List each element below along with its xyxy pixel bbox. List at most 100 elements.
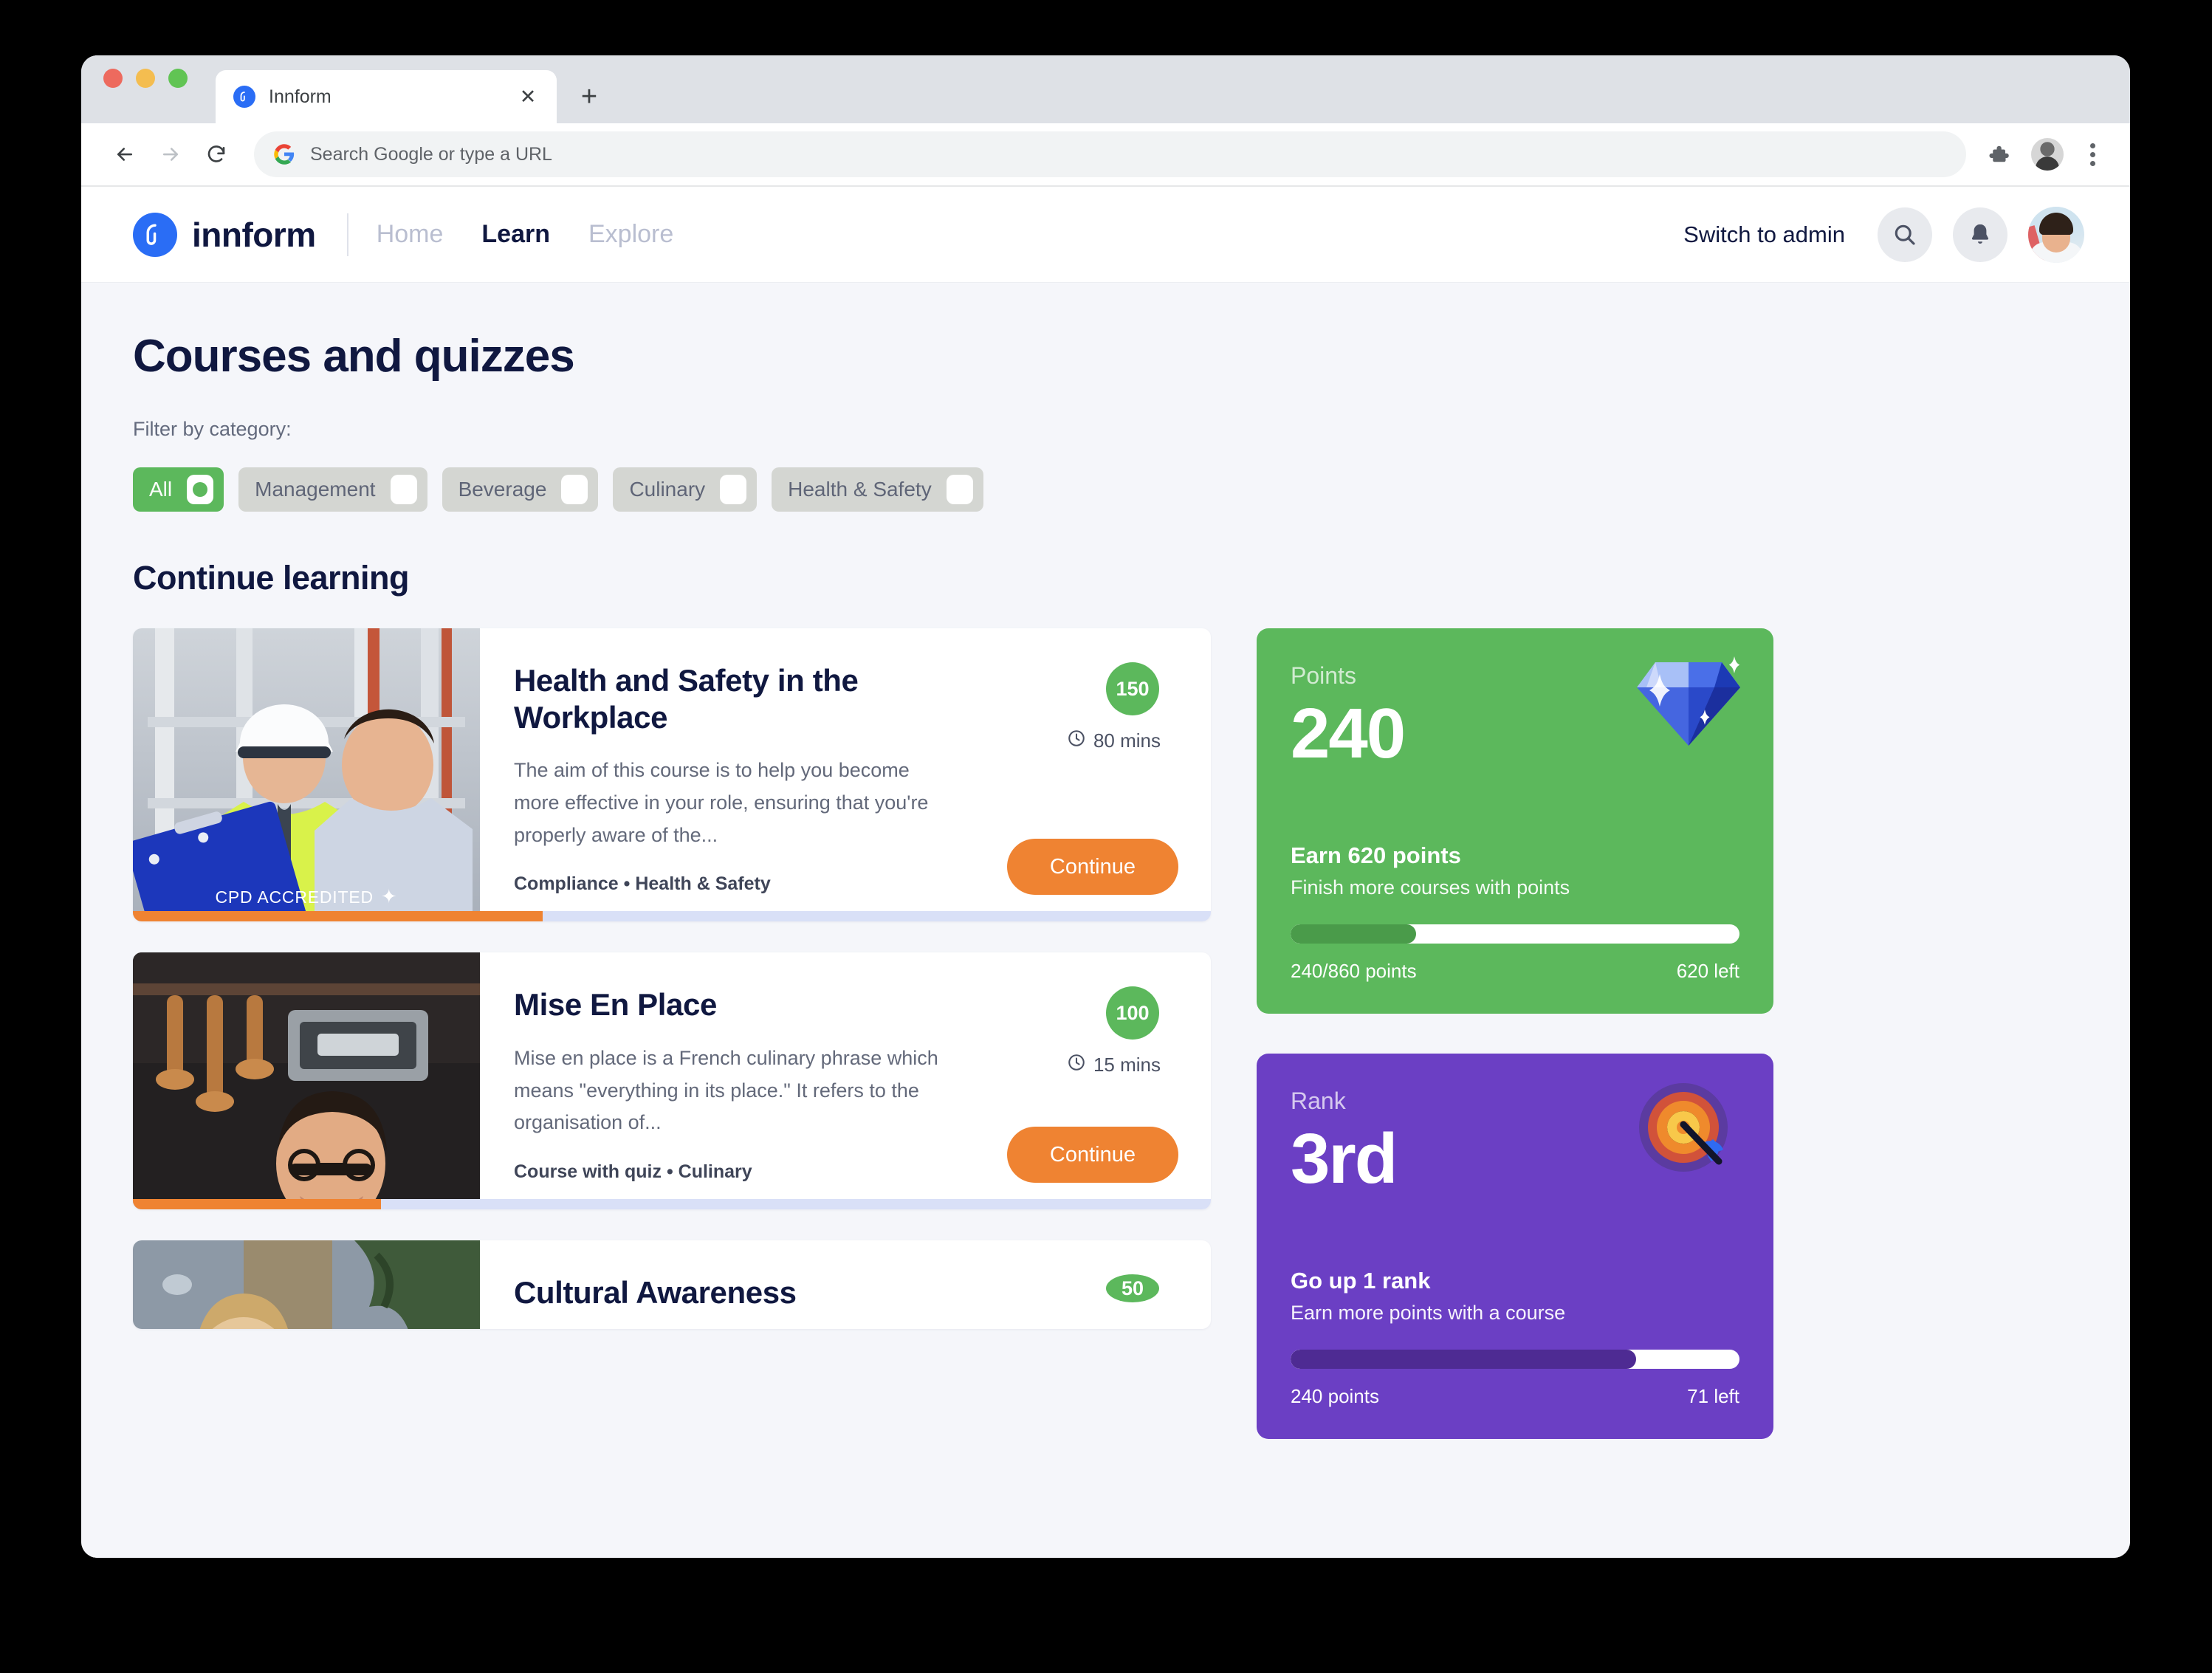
header-actions: Switch to admin: [1683, 206, 2084, 263]
minimize-window-button[interactable]: [136, 69, 155, 88]
course-card-body: Cultural Awareness 50: [480, 1240, 1211, 1329]
gem-diamond-icon: [1637, 656, 1740, 746]
filter-chip-label: Culinary: [629, 478, 706, 501]
continue-button[interactable]: Continue: [1006, 839, 1178, 896]
browser-tab-strip: Innform ✕ +: [81, 55, 2130, 123]
course-progress-bar: [133, 1199, 1211, 1210]
course-card-side: 150 80 mins Continue: [957, 662, 1178, 896]
filter-chip-label: All: [149, 478, 173, 501]
rank-progress-fill: [1291, 1349, 1637, 1369]
window-controls: [103, 55, 188, 123]
points-badge: 150: [1106, 662, 1159, 715]
innform-logo-icon: [233, 86, 255, 108]
filter-chip-culinary[interactable]: Culinary: [613, 467, 758, 512]
course-duration: 80 mins: [1067, 729, 1161, 753]
filter-chip-label: Management: [255, 478, 376, 501]
filter-chip-health-and-safety[interactable]: Health & Safety: [772, 467, 983, 512]
course-title: Health and Safety in the Workplace: [514, 663, 859, 735]
course-duration-text: 80 mins: [1093, 729, 1161, 752]
points-progress-bar: [1291, 924, 1739, 944]
filter-chip-all[interactable]: All: [133, 467, 224, 512]
course-title: Cultural Awareness: [514, 1275, 797, 1310]
course-thumbnail: [133, 1240, 480, 1330]
rank-progress-labels: 240 points 71 left: [1291, 1385, 1739, 1408]
cpd-badge-text: CPD ACCREDITED: [215, 887, 374, 907]
points-subtitle: Finish more courses with points: [1291, 876, 1570, 899]
rank-progress-bar: [1291, 1349, 1739, 1369]
course-card[interactable]: Mise En Place Mise en place is a French …: [133, 952, 1211, 1210]
page-content: Courses and quizzes Filter by category: …: [81, 283, 2130, 1558]
nav-item-learn[interactable]: Learn: [481, 220, 550, 249]
course-meta: Compliance • Health & Safety: [514, 873, 771, 895]
course-thumbnail: [133, 952, 480, 1210]
close-icon[interactable]: ✕: [515, 84, 540, 109]
course-card[interactable]: CPD ACCREDITED ✦ Health and Safety in the…: [133, 628, 1211, 922]
points-cta: Earn 620 points: [1291, 842, 1461, 868]
dart-target-icon: [1639, 1082, 1728, 1172]
browser-profile-avatar[interactable]: [2031, 138, 2064, 171]
nav-item-home[interactable]: Home: [377, 220, 444, 249]
sparkle-seal-icon: ✦: [380, 885, 398, 908]
checkbox-icon[interactable]: [390, 475, 417, 504]
rank-progress-remaining: 71 left: [1687, 1384, 1739, 1407]
course-card-body: Mise En Place Mise en place is a French …: [480, 952, 1211, 1209]
points-progress-fill: [1291, 924, 1417, 944]
brand-logo[interactable]: innform: [133, 212, 316, 257]
course-meta: Course with quiz • Culinary: [514, 1161, 752, 1183]
switch-to-admin-link[interactable]: Switch to admin: [1683, 221, 1845, 248]
course-list: CPD ACCREDITED ✦ Health and Safety in the…: [133, 628, 1211, 1330]
course-duration: 15 mins: [1067, 1053, 1161, 1077]
maximize-window-button[interactable]: [168, 69, 188, 88]
course-duration-text: 15 mins: [1093, 1054, 1161, 1076]
filter-chip-beverage[interactable]: Beverage: [442, 467, 599, 512]
content-grid: CPD ACCREDITED ✦ Health and Safety in the…: [133, 628, 2078, 1479]
brand-name: innform: [192, 215, 316, 254]
checkbox-icon[interactable]: [946, 475, 973, 504]
checkbox-icon[interactable]: [720, 475, 747, 504]
close-window-button[interactable]: [103, 69, 123, 88]
nav-item-explore[interactable]: Explore: [588, 220, 673, 249]
stats-column: Points 240 Earn 620 points Finish more c…: [1257, 628, 1773, 1479]
course-description: Mise en place is a French culinary phras…: [514, 1046, 938, 1134]
main-nav: Home Learn Explore: [377, 220, 674, 249]
reload-icon[interactable]: [193, 131, 239, 177]
course-card-body: Health and Safety in the Workplace The a…: [480, 628, 1211, 921]
rank-progress-current: 240 points: [1291, 1384, 1379, 1407]
checkbox-icon[interactable]: [187, 475, 214, 504]
filter-chip-management[interactable]: Management: [238, 467, 427, 512]
rank-subtitle: Earn more points with a course: [1291, 1301, 1566, 1324]
bell-icon[interactable]: [1953, 207, 2007, 262]
address-bar-text: Search Google or type a URL: [310, 143, 552, 165]
address-bar[interactable]: Search Google or type a URL: [254, 131, 1966, 177]
search-icon[interactable]: [1878, 207, 1932, 262]
rank-stat-card: Rank 3rd Go up 1 rank Earn more points w…: [1257, 1053, 1773, 1439]
puzzle-piece-icon[interactable]: [1982, 138, 2015, 171]
browser-tab[interactable]: Innform ✕: [216, 70, 557, 123]
browser-toolbar: Search Google or type a URL: [81, 123, 2130, 187]
google-icon: [273, 143, 295, 165]
innform-logo-icon: [133, 212, 177, 257]
filter-label: Filter by category:: [133, 418, 292, 440]
points-progress-current: 240/860 points: [1291, 959, 1417, 982]
section-title-continue-learning: Continue learning: [133, 559, 410, 597]
arrow-back-icon[interactable]: [102, 131, 148, 177]
points-progress-remaining: 620 left: [1676, 959, 1739, 982]
filter-chip-label: Health & Safety: [788, 478, 932, 501]
points-badge: 100: [1106, 986, 1159, 1040]
course-card[interactable]: Cultural Awareness 50: [133, 1240, 1211, 1330]
course-card-side: 100 15 mins Continue: [957, 986, 1178, 1184]
new-tab-button[interactable]: +: [567, 75, 611, 119]
user-avatar[interactable]: [2028, 206, 2084, 263]
course-progress-fill: [133, 1199, 381, 1210]
points-stat-card: Points 240 Earn 620 points Finish more c…: [1257, 628, 1773, 1014]
course-progress-fill: [133, 911, 543, 922]
course-progress-bar: [133, 911, 1211, 922]
header-divider: [346, 213, 348, 256]
course-card-side: 50: [957, 1274, 1178, 1303]
course-title: Mise En Place: [514, 987, 717, 1023]
course-description: The aim of this course is to help you be…: [514, 759, 929, 846]
checkbox-icon[interactable]: [561, 475, 588, 504]
continue-button[interactable]: Continue: [1006, 1127, 1178, 1184]
kebab-menu-icon[interactable]: [2080, 142, 2105, 166]
filter-chip-label: Beverage: [458, 478, 547, 501]
